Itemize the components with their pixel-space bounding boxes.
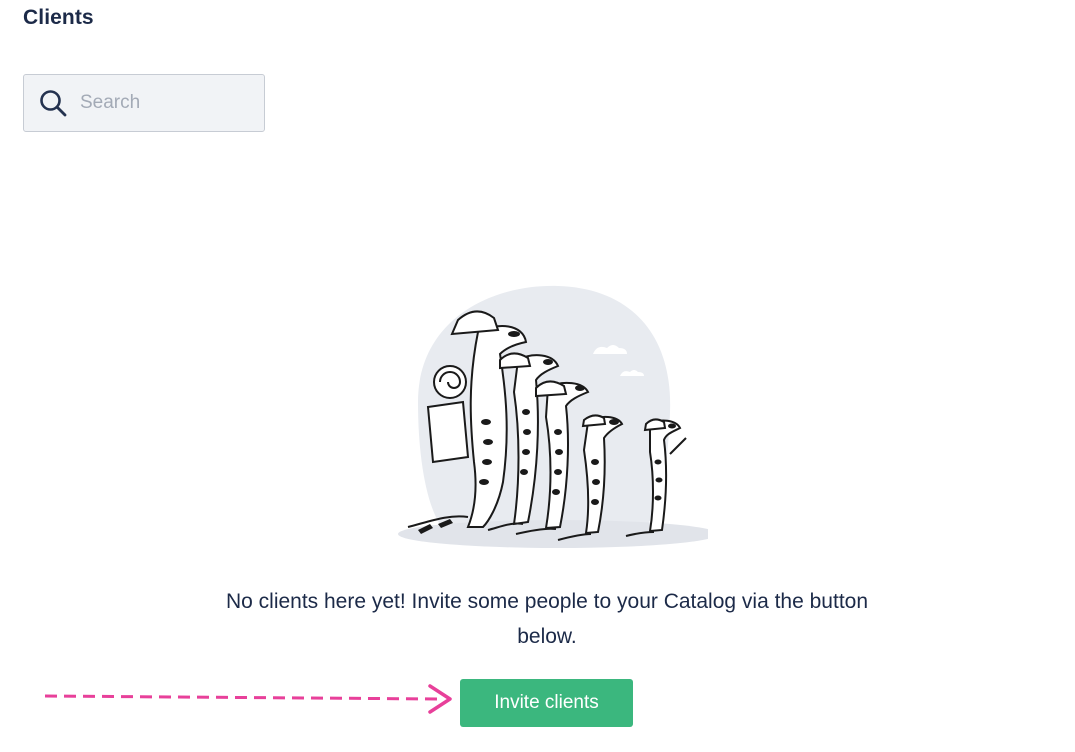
annotation-arrow-icon (44, 684, 452, 714)
empty-state-message: No clients here yet! Invite some people … (225, 590, 869, 648)
clients-page: Clients Search No clients here yet! Invi… (0, 0, 1075, 752)
invite-clients-button[interactable]: Invite clients (460, 679, 633, 727)
search-field[interactable] (23, 74, 265, 132)
page-title: Clients (23, 6, 94, 29)
search-icon (38, 88, 68, 118)
search-input[interactable] (80, 83, 250, 123)
meerkats-illustration (398, 285, 708, 548)
